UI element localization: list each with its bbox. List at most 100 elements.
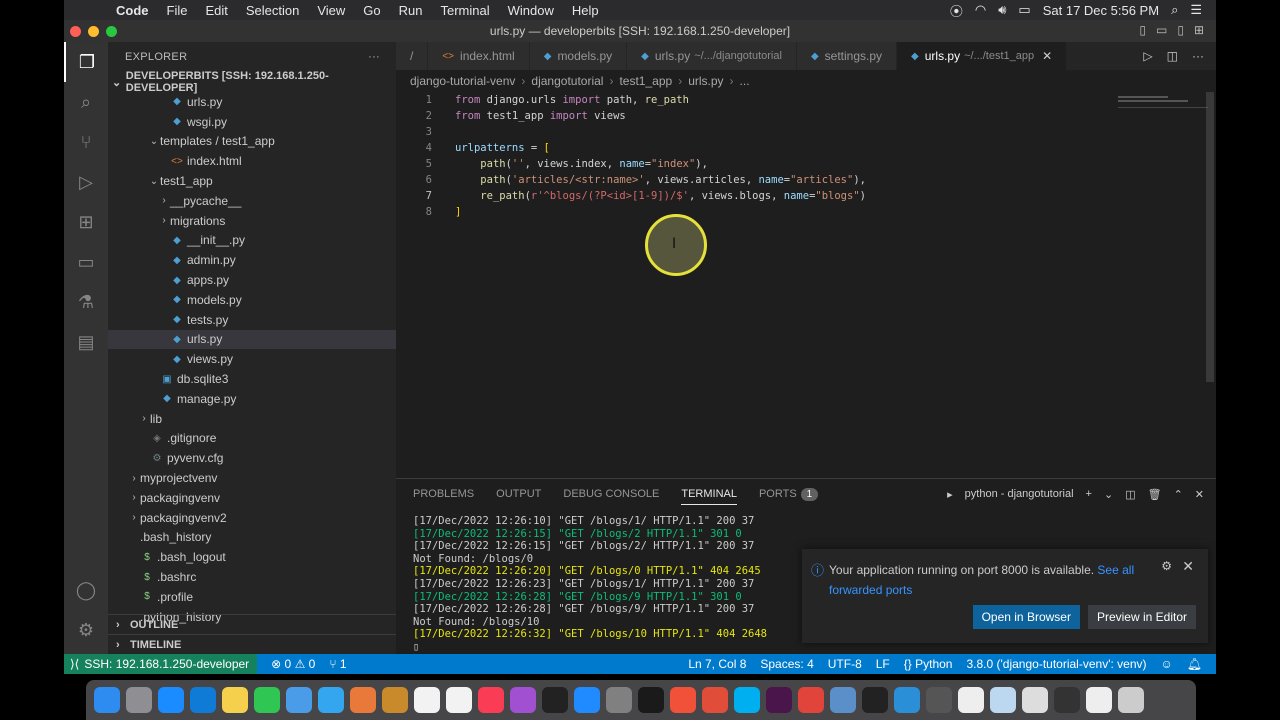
launchpad-icon[interactable]	[126, 687, 152, 713]
code-editor[interactable]: 1 from django.urls import path, re_path 2 f…	[396, 92, 1216, 478]
tree-item[interactable]: ◆ manage.py	[108, 389, 396, 409]
folder-2-icon[interactable]	[1022, 687, 1048, 713]
tree-item[interactable]: › packagingvenv	[108, 488, 396, 508]
code-line[interactable]: 2 from test1_app import views	[396, 108, 1216, 124]
panel-tab-problems[interactable]: PROBLEMS	[413, 488, 474, 500]
menu-window[interactable]: Window	[508, 3, 554, 18]
feedback-icon[interactable]: ☺	[1161, 657, 1173, 671]
breadcrumb-item[interactable]: ...	[740, 74, 750, 88]
maximize-panel-icon[interactable]: ⌃	[1174, 488, 1183, 501]
folder-3-icon[interactable]	[1054, 687, 1080, 713]
skype-icon[interactable]	[734, 687, 760, 713]
breadcrumb-item[interactable]: test1_app	[619, 74, 672, 88]
settings-icon[interactable]	[606, 687, 632, 713]
menu-app-code[interactable]: Code	[116, 3, 149, 18]
screenshot-icon[interactable]	[926, 687, 952, 713]
problems-count[interactable]: ⊗ 0 ⚠ 0	[271, 657, 315, 671]
extensions-icon[interactable]: ⊞	[64, 202, 108, 242]
podcasts-icon[interactable]	[510, 687, 536, 713]
close-panel-icon[interactable]: ✕	[1195, 488, 1204, 501]
code-line[interactable]: 3	[396, 124, 1216, 140]
workspace-root[interactable]: ⌄ DEVELOPERBITS [SSH: 192.168.1.250-DEVE…	[108, 70, 396, 94]
more-actions-icon[interactable]: ···	[368, 51, 396, 63]
docker-icon[interactable]: ▤	[64, 322, 108, 362]
wifi-icon[interactable]: ◠	[975, 2, 986, 18]
editor-tab[interactable]: /	[396, 42, 429, 70]
tv-icon[interactable]	[542, 687, 568, 713]
timeline-section[interactable]: › TIMELINE	[108, 634, 396, 654]
breadcrumb-item[interactable]: urls.py	[688, 74, 723, 88]
weather-icon[interactable]	[318, 687, 344, 713]
breadcrumb-item[interactable]: djangotutorial	[531, 74, 603, 88]
menubar-datetime[interactable]: Sat 17 Dec 5:56 PM	[1043, 3, 1159, 18]
new-terminal-icon[interactable]: +	[1086, 488, 1092, 500]
outline-section[interactable]: › OUTLINE	[108, 614, 396, 634]
tree-item[interactable]: $ .bashrc	[108, 567, 396, 587]
tree-item[interactable]: $ .bash_logout	[108, 547, 396, 567]
tree-item[interactable]: › migrations	[108, 211, 396, 231]
menu-view[interactable]: View	[317, 3, 345, 18]
close-icon[interactable]: ✕	[1182, 558, 1194, 575]
tree-item[interactable]: .bash_history	[108, 528, 396, 548]
accounts-icon[interactable]: ◯	[64, 570, 108, 610]
appstore-icon[interactable]	[574, 687, 600, 713]
tree-item[interactable]: › lib	[108, 409, 396, 429]
tree-item[interactable]: › myprojectvenv	[108, 468, 396, 488]
indentation[interactable]: Spaces: 4	[760, 657, 813, 671]
toggle-panel-icon[interactable]: ▭	[1156, 23, 1167, 37]
menu-help[interactable]: Help	[572, 3, 599, 18]
run-python-file-icon[interactable]: ▷	[1143, 49, 1152, 63]
window-minimize-button[interactable]	[88, 26, 99, 37]
explorer-icon[interactable]: ❐	[64, 42, 108, 82]
code-line[interactable]: 4 urlpatterns = [	[396, 140, 1216, 156]
editor-tab[interactable]: <> index.html	[428, 42, 530, 70]
menu-go[interactable]: Go	[363, 3, 380, 18]
terminal-icon[interactable]	[638, 687, 664, 713]
code-line[interactable]: 8]	[396, 204, 1216, 220]
window-close-button[interactable]	[70, 26, 81, 37]
tree-item[interactable]: ◆ views.py	[108, 349, 396, 369]
vscode-icon[interactable]	[894, 687, 920, 713]
code-line[interactable]: 5 path('', views.index, name="index"),	[396, 156, 1216, 172]
photos-icon[interactable]	[350, 687, 376, 713]
edge-icon[interactable]	[190, 687, 216, 713]
notifications-bell-icon[interactable]: 🔔︎	[1187, 657, 1202, 671]
folder-4-icon[interactable]	[1086, 687, 1112, 713]
swift-icon[interactable]	[670, 687, 696, 713]
editor-tab[interactable]: ◆ urls.py ~/.../test1_app ✕	[897, 42, 1068, 70]
code-line[interactable]: 6 path('articles/<str:name>', views.arti…	[396, 172, 1216, 188]
git-icon[interactable]	[702, 687, 728, 713]
chevron-down-icon[interactable]: ⌄	[1104, 488, 1113, 501]
encoding[interactable]: UTF-8	[828, 657, 862, 671]
textedit-icon[interactable]	[958, 687, 984, 713]
tree-item[interactable]: › packagingvenv2	[108, 508, 396, 528]
breadcrumb-item[interactable]: django-tutorial-venv	[410, 74, 515, 88]
end-of-line[interactable]: LF	[876, 657, 890, 671]
editor-scrollbar[interactable]	[1206, 92, 1214, 382]
calendar-icon[interactable]	[414, 687, 440, 713]
manage-gear-icon[interactable]: ⚙	[64, 610, 108, 650]
music-icon[interactable]	[478, 687, 504, 713]
preview-icon[interactable]	[286, 687, 312, 713]
language-mode[interactable]: {} Python	[904, 657, 953, 671]
split-terminal-icon[interactable]: ◫	[1125, 488, 1135, 501]
menu-file[interactable]: File	[167, 3, 188, 18]
toggle-secondary-sidebar-icon[interactable]: ▯	[1177, 23, 1184, 37]
gear-icon[interactable]: ⚙	[1161, 559, 1172, 573]
customize-layout-icon[interactable]: ⊞	[1194, 23, 1204, 37]
tree-item[interactable]: › __pycache__	[108, 191, 396, 211]
menu-edit[interactable]: Edit	[205, 3, 227, 18]
editor-more-icon[interactable]: ···	[1192, 49, 1204, 63]
menu-run[interactable]: Run	[399, 3, 423, 18]
editor-tab[interactable]: ◆ settings.py	[796, 42, 898, 70]
panel-tab-ports[interactable]: PORTS 1	[759, 488, 819, 501]
tree-item[interactable]: ◆ urls.py	[108, 329, 396, 350]
tree-item[interactable]: <> index.html	[108, 151, 396, 171]
window-zoom-button[interactable]	[106, 26, 117, 37]
safari-icon[interactable]	[158, 687, 184, 713]
tree-item[interactable]: ◆ __init__.py	[108, 231, 396, 251]
volume-icon[interactable]: 🔊︎	[998, 2, 1006, 18]
open-in-browser-button[interactable]: Open in Browser	[972, 605, 1080, 629]
tree-item[interactable]: ▣ db.sqlite3	[108, 369, 396, 389]
ports-count[interactable]: ⑂ 1	[329, 657, 346, 671]
